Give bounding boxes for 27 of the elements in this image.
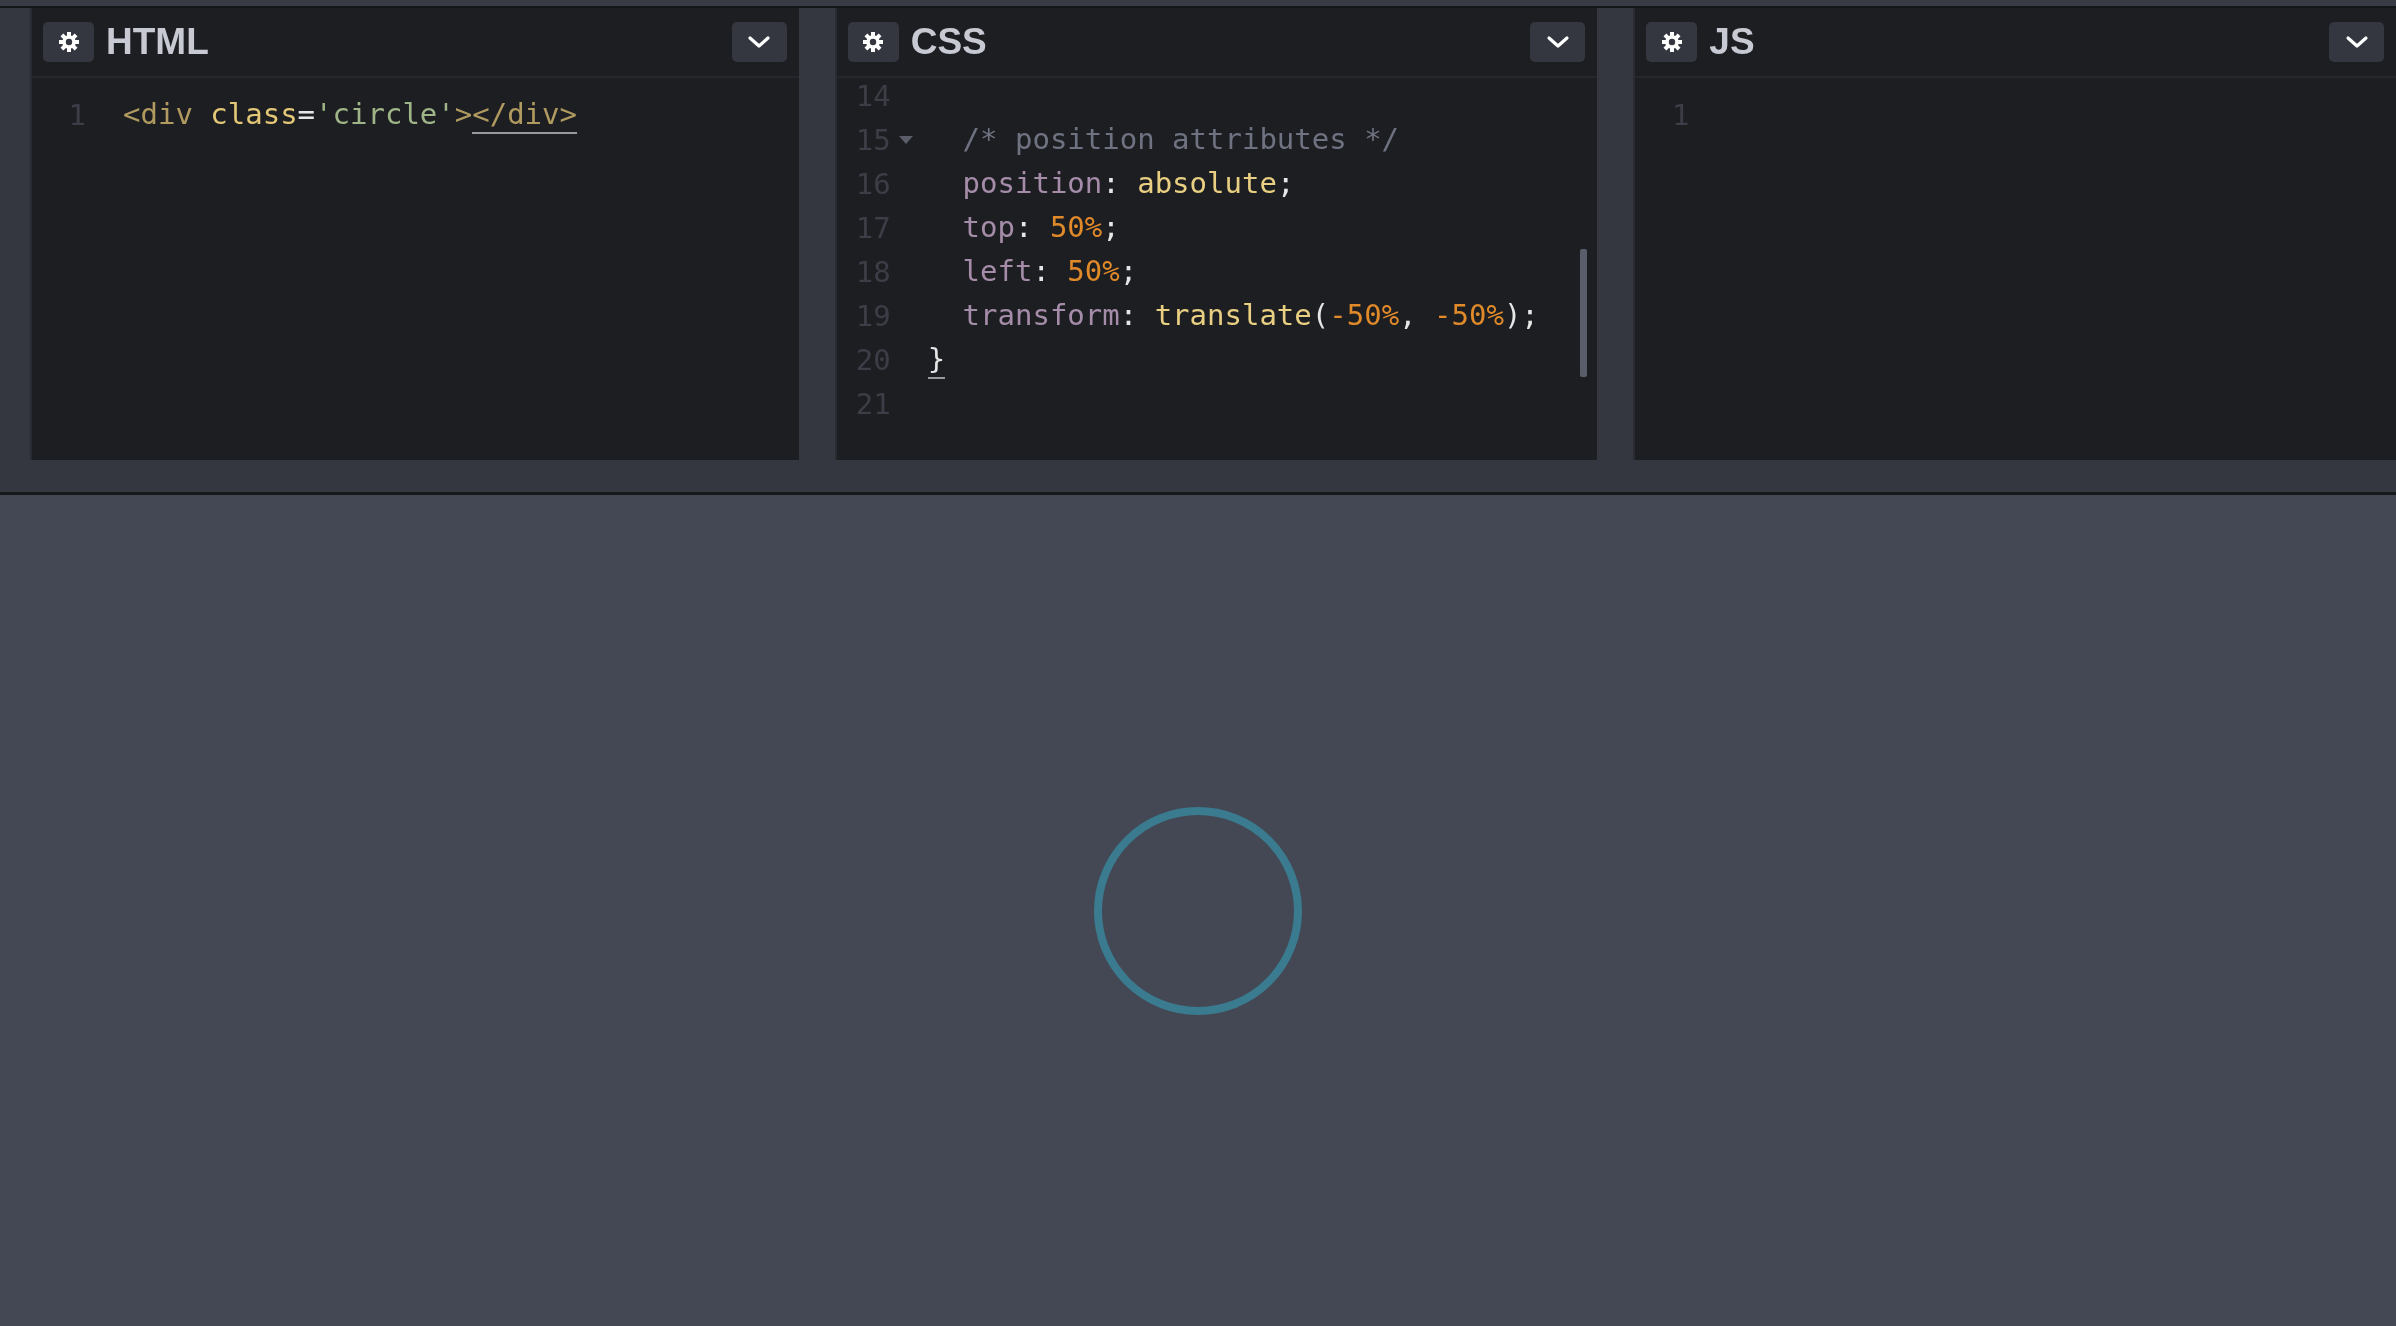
code-line: top: 50%;	[961, 209, 1120, 246]
code-line: position: absolute;	[961, 165, 1295, 202]
settings-icon	[1660, 31, 1683, 53]
code-line: left: 50%;	[961, 253, 1138, 290]
settings-button[interactable]	[43, 22, 94, 62]
code-line: /* position attributes */	[961, 121, 1400, 158]
dropdown-button[interactable]	[731, 22, 787, 62]
fold-arrow-icon[interactable]	[898, 136, 913, 144]
settings-button[interactable]	[847, 22, 899, 62]
resize-handle[interactable]	[0, 8, 32, 460]
chevron-down-icon	[1545, 35, 1570, 49]
scrollbar-thumb[interactable]	[1580, 249, 1588, 377]
code-line: <div class='circle'></div>	[123, 96, 577, 134]
dropdown-button[interactable]	[1530, 22, 1586, 62]
panel-title: JS	[1709, 21, 1755, 63]
code-line: }	[927, 341, 946, 379]
panel-title: CSS	[910, 21, 987, 63]
settings-button[interactable]	[1646, 22, 1698, 62]
chevron-down-icon	[747, 35, 772, 49]
resize-handle[interactable]	[798, 8, 837, 460]
settings-icon	[862, 31, 885, 53]
settings-icon	[57, 31, 80, 53]
resize-handle[interactable]	[1597, 8, 1636, 460]
dropdown-button[interactable]	[2329, 22, 2384, 62]
panel-title: HTML	[106, 21, 209, 63]
code-line: transform: translate(-50%, -50%);	[961, 297, 1539, 334]
chevron-down-icon	[2344, 35, 2369, 49]
